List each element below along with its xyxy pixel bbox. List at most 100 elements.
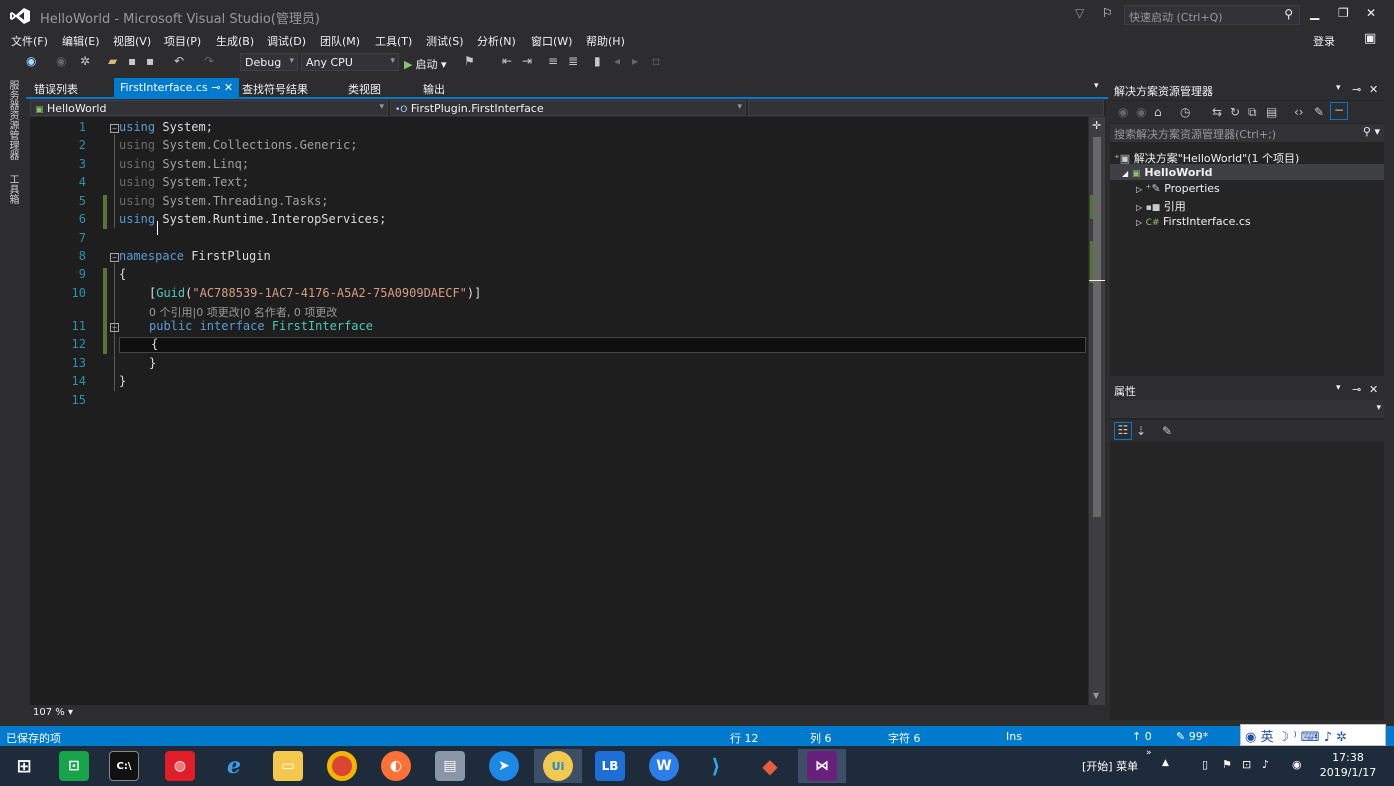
pin-icon[interactable]: ⊸ <box>1352 83 1361 96</box>
start-menu-tray[interactable]: [开始] 菜单 <box>1082 758 1138 774</box>
save-icon[interactable]: ▪ <box>128 54 136 68</box>
taskbar-terminal[interactable]: C:\ <box>100 749 148 783</box>
scroll-down-icon[interactable]: ▼ <box>1093 691 1099 700</box>
browser-link-icon[interactable]: ⚑ <box>464 54 475 68</box>
refresh-icon[interactable]: ↻ <box>1230 105 1240 119</box>
tab-error-list[interactable]: 错误列表 <box>34 81 78 97</box>
collapse-all-icon[interactable]: ⧉ <box>1248 105 1257 120</box>
pin-icon[interactable]: ⊸ <box>1352 383 1361 396</box>
windows-start-button[interactable]: ⊞ <box>0 749 48 783</box>
minimize-button[interactable]: ▁ <box>1310 6 1319 20</box>
sign-in-link[interactable]: 登录 <box>1313 33 1335 49</box>
close-tab-icon[interactable]: ✕ <box>224 81 233 94</box>
tray-volume-icon[interactable]: ♪ <box>1262 758 1269 771</box>
menu-window[interactable]: 窗口(W) <box>531 33 572 49</box>
tray-expand-icon[interactable]: ▲ <box>1162 758 1169 768</box>
split-icon[interactable]: ✛ <box>1092 119 1101 132</box>
new-project-icon[interactable]: ✲ <box>80 54 90 68</box>
tree-item-file[interactable]: ▷ C# FirstInterface.cs <box>1136 215 1251 228</box>
next-bookmark-icon[interactable]: ▸ <box>632 54 638 68</box>
menu-tools[interactable]: 工具(T) <box>375 33 412 49</box>
save-all-icon[interactable]: ▪ <box>146 54 154 68</box>
ime-toolbar[interactable]: ◉ 英 ☽ ⁾ ⌨ ♪ ✲ <box>1240 724 1386 746</box>
property-pages-icon[interactable]: ✎ <box>1162 424 1172 438</box>
location-dropdown[interactable] <box>748 100 1104 116</box>
taskbar-file-explorer[interactable]: ▭ <box>264 749 312 783</box>
taskbar-netease-music[interactable]: ◍ <box>156 749 204 783</box>
start-debugging-button[interactable]: ▶ 启动 ▾ <box>404 56 447 72</box>
tray-flag-icon[interactable]: ⚑ <box>1222 758 1232 771</box>
close-button[interactable]: ✕ <box>1366 6 1376 20</box>
menu-build[interactable]: 生成(B) <box>216 33 254 49</box>
step-into-icon[interactable]: ⇤ <box>502 54 512 68</box>
publish-indicator[interactable]: ↑ 0 <box>1132 730 1152 743</box>
tree-item-references[interactable]: ▷ ▪■ 引用 <box>1136 198 1186 214</box>
collapse-icon[interactable]: − <box>110 124 119 133</box>
properties-wrench-icon[interactable]: ✎ <box>1314 105 1324 119</box>
pin-icon[interactable]: ⊸ <box>211 81 220 94</box>
taskbar-app-store[interactable]: ⊡ <box>50 749 98 783</box>
object-select[interactable]: ▾ <box>1110 400 1384 418</box>
uncomment-icon[interactable]: ≣ <box>568 54 578 68</box>
show-all-files-icon[interactable]: ▤ <box>1266 105 1277 119</box>
restore-button[interactable]: ❐ <box>1338 6 1349 20</box>
view-code-icon[interactable]: ‹› <box>1294 105 1304 119</box>
notification-filter-icon[interactable]: ▽ <box>1075 6 1084 20</box>
tray-device-icon[interactable]: ▯ <box>1202 758 1208 771</box>
codelens-references[interactable]: 0 个引用|0 项更改|0 名作者, 0 项更改 <box>149 304 337 320</box>
menu-edit[interactable]: 编辑(E) <box>62 33 100 49</box>
menu-test[interactable]: 测试(S) <box>426 33 464 49</box>
menu-file[interactable]: 文件(F) <box>11 33 48 49</box>
forward-icon[interactable]: ◉ <box>56 54 66 68</box>
system-clock[interactable]: 17:38 2019/1/17 <box>1316 750 1380 780</box>
feedback-icon[interactable]: ⚐ <box>1102 6 1113 20</box>
step-over-icon[interactable]: ⇥ <box>522 54 532 68</box>
undo-icon[interactable]: ↶ <box>174 54 184 68</box>
menu-view[interactable]: 视图(V) <box>113 33 151 49</box>
member-dropdown[interactable]: •O FirstPlugin.FirstInterface ▾ <box>390 100 746 116</box>
clear-bookmarks-icon[interactable]: ▫ <box>652 54 660 68</box>
quick-launch-input[interactable]: 快速启动 (Ctrl+Q) ⚲ <box>1124 5 1300 25</box>
account-icon[interactable]: ▣ <box>1364 31 1376 46</box>
tree-item-project[interactable]: ◢ ▣ HelloWorld <box>1122 166 1213 179</box>
tree-item-properties[interactable]: ▷ ⁺✎ Properties <box>1136 182 1220 195</box>
tab-output[interactable]: 输出 <box>423 81 445 97</box>
taskbar-git-app[interactable]: ◆ <box>746 749 794 783</box>
comment-icon[interactable]: ≡ <box>548 54 558 68</box>
taskbar-ui-app[interactable]: Ui <box>534 749 582 783</box>
pending-edits-indicator[interactable]: ✎ 99* <box>1176 730 1208 743</box>
project-dropdown[interactable]: ▣ HelloWorld ▾ <box>30 100 388 116</box>
prev-bookmark-icon[interactable]: ◂ <box>614 54 620 68</box>
open-file-icon[interactable]: ▰ <box>108 54 117 68</box>
solution-explorer-search-input[interactable]: 搜索解决方案资源管理器(Ctrl+;) ⚲ ▾ <box>1110 124 1384 142</box>
menu-analyze[interactable]: 分析(N) <box>477 33 516 49</box>
taskbar-firefox[interactable]: ◐ <box>372 749 420 783</box>
taskbar-monitor[interactable]: ▤ <box>426 749 474 783</box>
tray-network-icon[interactable]: ⊡ <box>1242 758 1251 771</box>
tab-find-symbol-results[interactable]: 查找符号结果 <box>242 81 308 97</box>
menu-team[interactable]: 团队(M) <box>320 33 360 49</box>
close-icon[interactable]: ✕ <box>1369 383 1378 396</box>
menu-debug[interactable]: 调试(D) <box>267 33 306 49</box>
solution-configuration-select[interactable]: Debug ▾ <box>240 53 298 71</box>
bookmark-icon[interactable]: ▮ <box>594 54 601 68</box>
editor-vertical-scrollbar[interactable]: ✛ ▼ <box>1089 117 1105 705</box>
tray-ime-icon[interactable]: ◉ <box>1292 758 1302 771</box>
forward-icon[interactable]: ◉ <box>1136 105 1146 119</box>
menu-help[interactable]: 帮助(H) <box>586 33 625 49</box>
pending-changes-icon[interactable]: ◷ <box>1180 105 1190 119</box>
preview-selected-icon[interactable]: − <box>1330 102 1348 120</box>
alphabetical-icon[interactable]: ⇣ <box>1136 424 1146 438</box>
back-icon[interactable]: ◉ <box>26 54 36 68</box>
collapse-icon[interactable]: − <box>110 323 119 332</box>
close-icon[interactable]: ✕ <box>1369 83 1378 96</box>
taskbar-visual-studio[interactable]: ⋈ <box>798 749 846 783</box>
chevron-down-icon[interactable]: ▾ <box>1336 83 1341 93</box>
taskbar-ie[interactable]: ℯ <box>210 749 258 783</box>
tab-overflow-icon[interactable]: ▾ <box>1094 81 1099 91</box>
toolbox-tab[interactable]: 工具箱 <box>7 174 20 204</box>
code-editor[interactable]: 1 2 3 4 5 6 7 8 9 10 11 12 13 14 15 − − … <box>30 117 1088 705</box>
tab-first-interface[interactable]: FirstInterface.cs ⊸ ✕ <box>114 78 240 98</box>
chevron-down-icon[interactable]: ▾ <box>1336 383 1341 393</box>
tab-class-view[interactable]: 类视图 <box>348 81 381 97</box>
